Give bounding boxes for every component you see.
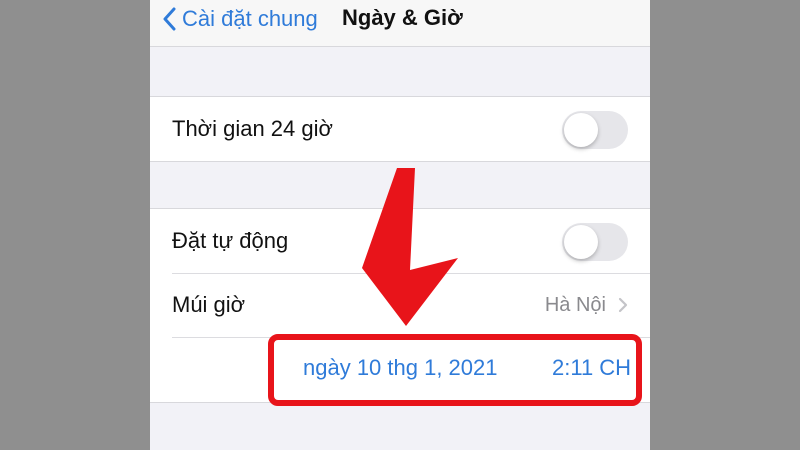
toggle-24h-time[interactable]	[562, 111, 628, 149]
time-zone-value: Hà Nội	[544, 293, 606, 316]
page-title: Ngày & Giờ	[342, 5, 463, 30]
arrow-down-icon	[362, 168, 458, 326]
toggle-knob	[564, 113, 598, 147]
navigation-bar: Cài đặt chung Ngày & Giờ	[150, 0, 650, 47]
toggle-knob	[564, 225, 598, 259]
row-set-automatically-label: Đặt tự động	[172, 228, 289, 253]
chevron-left-icon	[163, 7, 176, 31]
highlight-box	[268, 334, 642, 406]
row-24h-time: Thời gian 24 giờ	[150, 97, 650, 161]
back-label: Cài đặt chung	[182, 6, 318, 31]
chevron-right-icon	[618, 297, 628, 313]
row-time-zone-label: Múi giờ	[172, 292, 246, 317]
back-button[interactable]: Cài đặt chung	[162, 4, 318, 34]
group-24h: Thời gian 24 giờ	[150, 96, 650, 162]
row-24h-label: Thời gian 24 giờ	[172, 116, 333, 141]
toggle-set-automatically[interactable]	[562, 223, 628, 261]
